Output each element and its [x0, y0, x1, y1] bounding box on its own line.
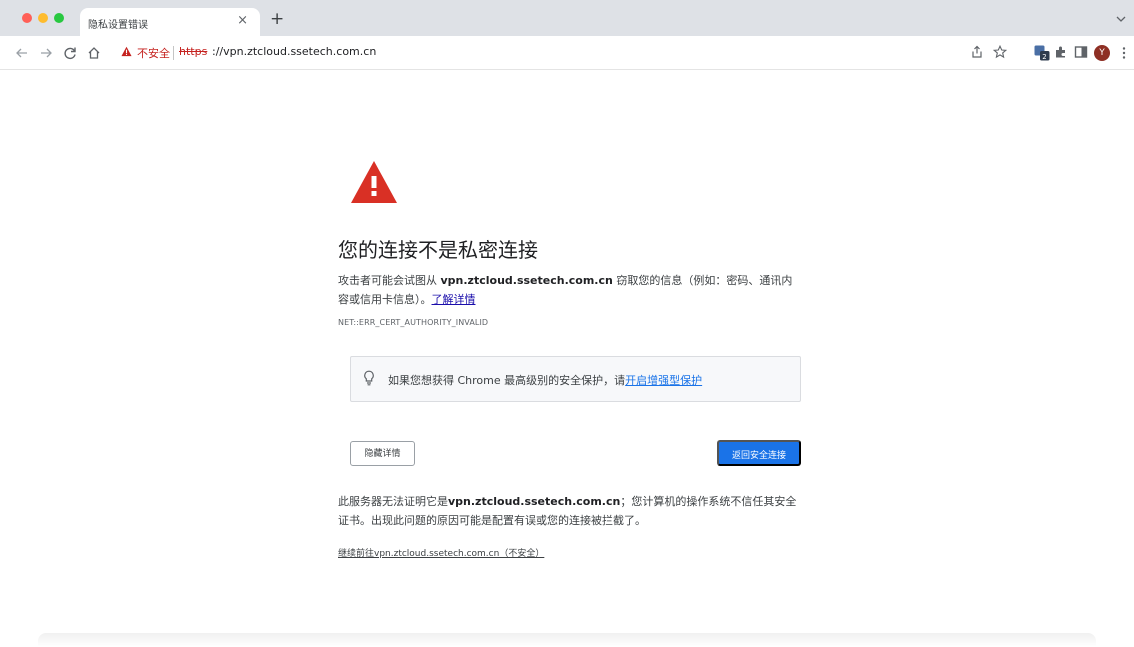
- extension-translate-icon[interactable]: 2: [1034, 45, 1050, 61]
- extensions-puzzle-icon[interactable]: [1054, 45, 1068, 59]
- enable-enhanced-protection-link[interactable]: 开启增强型保护: [625, 374, 702, 387]
- enhanced-protection-promo: 如果您想获得 Chrome 最高级别的安全保护，请开启增强型保护: [350, 356, 801, 402]
- forward-arrow-icon[interactable]: [38, 45, 54, 61]
- tab-close-button[interactable]: ×: [237, 14, 248, 28]
- window-maximize-button[interactable]: [54, 13, 64, 23]
- lightbulb-icon: [364, 370, 374, 386]
- window-close-button[interactable]: [22, 13, 32, 23]
- more-menu-icon[interactable]: [1122, 47, 1126, 59]
- back-to-safety-button[interactable]: 返回安全连接: [717, 440, 801, 466]
- hide-details-button[interactable]: 隐藏详情: [350, 441, 415, 466]
- bottom-shadow: [38, 633, 1096, 647]
- promo-prefix: 如果您想获得 Chrome 最高级别的安全保护，请: [388, 374, 626, 387]
- warning-triangle-icon: [351, 161, 397, 203]
- proceed-unsafe-link[interactable]: 继续前往vpn.ztcloud.ssetech.com.cn（不安全）: [338, 546, 544, 559]
- detail-prefix: 此服务器无法证明它是: [338, 495, 448, 508]
- back-arrow-icon[interactable]: [14, 45, 30, 61]
- tab-strip: 隐私设置错误 × +: [0, 0, 1134, 36]
- promo-text: 如果您想获得 Chrome 最高级别的安全保护，请开启增强型保护: [388, 372, 702, 388]
- side-panel-icon[interactable]: [1074, 45, 1088, 59]
- active-tab[interactable]: 隐私设置错误 ×: [80, 8, 260, 36]
- new-tab-button[interactable]: +: [270, 11, 284, 28]
- description-prefix: 攻击者可能会试图从: [338, 274, 441, 287]
- detail-host: vpn.ztcloud.ssetech.com.cn: [448, 495, 621, 508]
- error-code: NET::ERR_CERT_AUTHORITY_INVALID: [338, 318, 489, 327]
- learn-more-link[interactable]: 了解详情: [432, 293, 476, 306]
- url-host: ://vpn.ztcloud.ssetech.com.cn: [212, 45, 377, 58]
- address-bar[interactable]: 不安全 https ://vpn.ztcloud.ssetech.com.cn: [112, 41, 952, 65]
- attack-description: 攻击者可能会试图从 vpn.ztcloud.ssetech.com.cn 窃取您…: [338, 271, 801, 309]
- toolbar: 不安全 https ://vpn.ztcloud.ssetech.com.cn …: [0, 36, 1134, 70]
- tab-title: 隐私设置错误: [88, 20, 148, 31]
- page-title: 您的连接不是私密连接: [338, 238, 538, 262]
- share-icon[interactable]: [970, 45, 984, 59]
- omnibox-divider: [173, 46, 174, 60]
- bookmark-star-icon[interactable]: [993, 45, 1007, 59]
- description-host: vpn.ztcloud.ssetech.com.cn: [440, 274, 613, 287]
- tab-search-chevron-icon[interactable]: [1116, 15, 1126, 23]
- profile-avatar[interactable]: Y: [1094, 45, 1110, 61]
- extension-badge-count: 2: [1042, 53, 1046, 61]
- certificate-details: 此服务器无法证明它是vpn.ztcloud.ssetech.com.cn；您计算…: [338, 492, 801, 530]
- home-icon[interactable]: [86, 45, 102, 61]
- security-status-label[interactable]: 不安全: [137, 45, 170, 61]
- not-secure-warning-icon[interactable]: [121, 46, 132, 57]
- window-minimize-button[interactable]: [38, 13, 48, 23]
- reload-icon[interactable]: [62, 45, 78, 61]
- url-scheme: https: [179, 45, 208, 58]
